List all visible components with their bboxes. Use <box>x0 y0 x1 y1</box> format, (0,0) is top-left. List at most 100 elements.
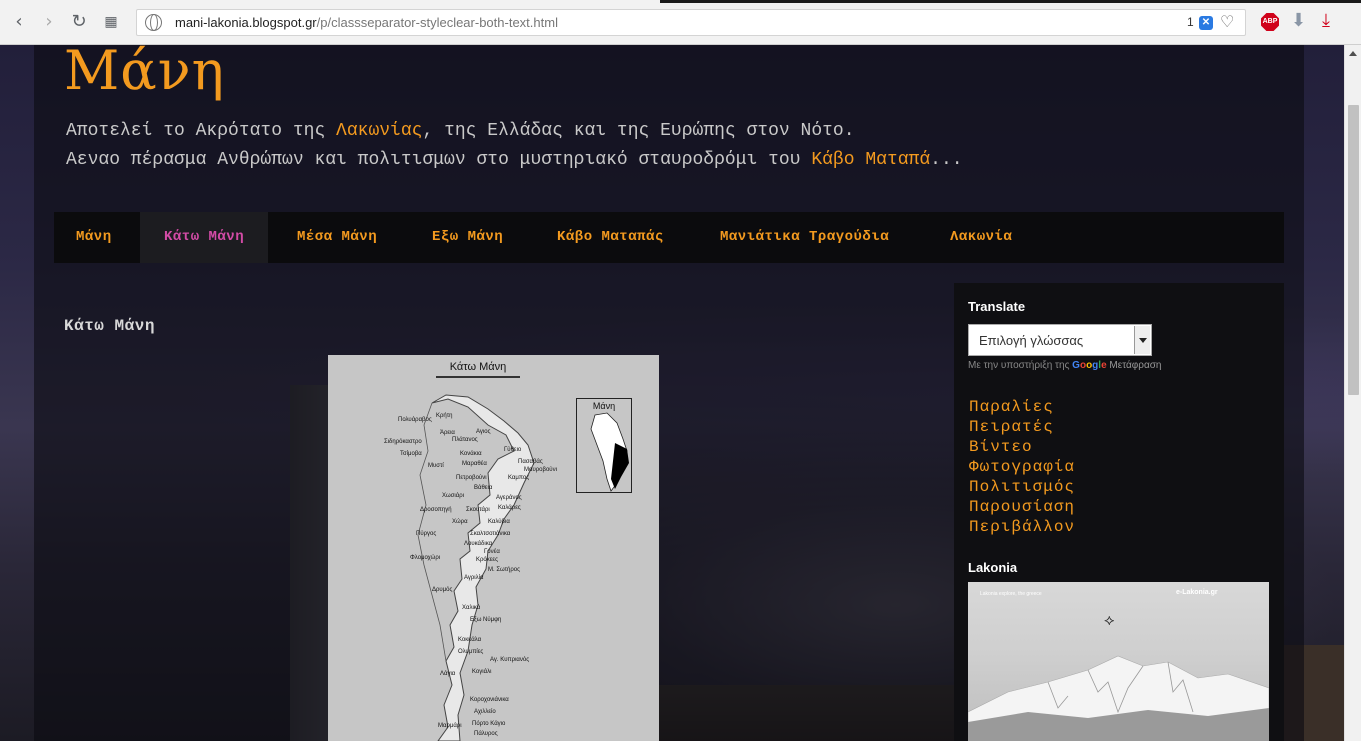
map-place: Πόρτο Κάγιο <box>472 721 506 727</box>
google-logo[interactable]: Google <box>1072 360 1106 371</box>
map-place: Αγριλία <box>464 575 484 581</box>
sidebar-link-video[interactable]: Βίντεο <box>969 437 1075 457</box>
map-place: Άρεια <box>440 430 455 436</box>
google-letter: e <box>1101 360 1107 371</box>
tab-kavo-matapas[interactable]: Κάβο Ματαπάς <box>557 212 664 263</box>
address-bar[interactable]: mani-lakonia.blogspot.gr/p/classseparato… <box>136 9 1246 36</box>
blog-title[interactable]: Μάνη <box>64 45 225 102</box>
map-place: Μαυροβούνι <box>524 467 557 473</box>
banner-logo-text: e-Lakonia.gr <box>1176 589 1218 596</box>
reload-icon[interactable]: ↻ <box>68 11 90 33</box>
mountain-drawing <box>968 655 1269 741</box>
tab-lakonia[interactable]: Λακωνία <box>950 212 1012 263</box>
map-place: Κονάκια <box>460 451 482 457</box>
sidebar-link-peirates[interactable]: Πειρατές <box>969 417 1075 437</box>
chevron-down-icon[interactable] <box>1134 326 1150 354</box>
link-lakonia[interactable]: Λακωνίας <box>336 121 422 141</box>
sidebar-link-parousiasi[interactable]: Παρουσίαση <box>969 497 1075 517</box>
map-place: Σκουτάρι <box>466 507 490 513</box>
map-place: Πασαβάς <box>518 459 543 465</box>
tab-strip-edge <box>660 0 1361 3</box>
desc-line-2: Αεναο πέρασμα Ανθρώπων και πολιτισμων στ… <box>66 146 963 175</box>
download-arrow-icon[interactable]: ⬇ <box>1291 10 1306 31</box>
extension-x-icon[interactable]: ✕ <box>1199 16 1213 30</box>
map-place: Αγ. Κυπριανός <box>490 657 530 663</box>
map-place: Αγιος <box>476 429 491 435</box>
page-scrollbar[interactable] <box>1344 45 1361 741</box>
inset-drawing <box>590 412 629 492</box>
download-red-icon[interactable]: ⤓ <box>1322 10 1330 31</box>
scroll-up-icon[interactable] <box>1349 51 1357 56</box>
tab-mani[interactable]: Μάνη <box>76 212 112 263</box>
bird-icon: ⟡ <box>1104 612 1115 629</box>
map-place: Δρυμός <box>432 587 453 593</box>
map-place: Αχιλλείο <box>474 709 496 715</box>
adblock-icon[interactable]: ABP <box>1261 13 1279 31</box>
back-icon[interactable]: ‹ <box>8 11 30 33</box>
sidebar-link-fotografia[interactable]: Φωτογραφία <box>969 457 1075 477</box>
scrollbar-thumb[interactable] <box>1348 105 1359 395</box>
blog-description: Αποτελεί το Ακρότατο της Λακωνίας, της Ε… <box>66 117 963 175</box>
map-place: Βάθεια <box>474 485 493 491</box>
link-kavo-matapa[interactable]: Κάβο Ματαπά <box>811 150 930 170</box>
map-place: Μ. Σωτήρος <box>488 567 520 573</box>
desc-line-1: Αποτελεί το Ακρότατο της Λακωνίας, της Ε… <box>66 117 963 146</box>
map-place: Γύθειο <box>504 447 522 453</box>
lakonia-banner-image[interactable]: Lakonia explore, the greece e-Lakonia.gr… <box>968 582 1269 741</box>
map-place: Λουκάδικα <box>464 541 493 547</box>
language-select[interactable]: Επιλογή γλώσσας <box>968 324 1152 356</box>
banner-caption: Lakonia explore, the greece <box>980 591 1042 597</box>
map-place: Δροσοπηγή <box>420 507 452 513</box>
url-path: /p/classseparator-styleclear-both-text.h… <box>316 15 558 30</box>
map-place: Γονέα <box>484 549 500 555</box>
map-place: Κογιάλι <box>472 669 492 675</box>
map-place: Πλάτανος <box>452 437 478 443</box>
map-place: Χαλικά <box>462 605 481 611</box>
powered-text: Με την υποστήριξη της <box>968 360 1070 371</box>
sidebar: Translate Επιλογή γλώσσας Με την υποστήρ… <box>954 283 1284 741</box>
tab-kato-mani[interactable]: Κάτω Μάνη <box>140 212 269 263</box>
kato-mani-map[interactable]: Κάτω Μάνη Μάνη Πολυάραβος Κρήτη Άρεια Σι… <box>328 355 659 741</box>
page-viewport: Μάνη Αποτελεί το Ακρότατο της Λακωνίας, … <box>0 45 1344 741</box>
apps-grid-icon[interactable]: ▦ <box>100 11 122 33</box>
google-letter: G <box>1072 360 1080 371</box>
map-place: Φλομοχώρι <box>410 555 441 561</box>
map-place: Αγεράνος <box>496 495 522 501</box>
map-place: Καλάρες <box>498 505 521 511</box>
map-place: Χώρα <box>452 519 468 525</box>
map-place: Πάλυρος <box>474 731 498 737</box>
language-select-value: Επιλογή γλώσσας <box>979 333 1084 348</box>
map-place: Κοκκάλα <box>458 637 482 643</box>
map-place: Χωσιάρι <box>442 493 464 499</box>
page-tabs: Μάνη Κάτω Μάνη Μέσα Μάνη Εξω Μάνη Κάβο Μ… <box>54 212 1284 263</box>
sidebar-link-paralies[interactable]: Παραλίες <box>969 397 1075 417</box>
map-place: Λάγια <box>440 671 456 677</box>
map-place: Μυστί <box>428 463 444 469</box>
tab-maniatika-tragoudia[interactable]: Μανιάτικα Τραγούδια <box>720 212 889 263</box>
translate-link[interactable]: Μετάφραση <box>1109 360 1161 371</box>
sidebar-link-politismos[interactable]: Πολιτισμός <box>969 477 1075 497</box>
map-place: Κρόκεες <box>476 557 498 563</box>
map-place: Κρήτη <box>436 413 453 419</box>
translate-widget-title: Translate <box>968 299 1026 314</box>
extension-badge-count: 1 <box>1187 15 1194 29</box>
sidebar-link-perivallon[interactable]: Περιβάλλον <box>969 517 1075 537</box>
forward-icon[interactable]: › <box>38 11 60 33</box>
desc-text: ... <box>930 150 963 170</box>
lakonia-widget-title: Lakonia <box>968 560 1018 575</box>
url-text[interactable]: mani-lakonia.blogspot.gr/p/classseparato… <box>175 15 558 30</box>
map-title: Κάτω Μάνη <box>436 361 520 378</box>
map-inset: Μάνη <box>576 398 632 493</box>
desc-text: Αποτελεί το Ακρότατο της <box>66 121 337 141</box>
desc-text: , της Ελλάδας και της Ευρώπης στον Νότο. <box>422 121 855 141</box>
map-place: Μαραθέα <box>462 461 487 467</box>
tab-mesa-mani[interactable]: Μέσα Μάνη <box>297 212 377 263</box>
heart-icon[interactable]: ♡ <box>1220 12 1234 32</box>
map-place: Σιδηρόκαστρο <box>384 439 422 445</box>
map-place: Πύργος <box>416 531 437 537</box>
map-place: Σκαλτσοτιάνικα <box>470 531 511 537</box>
map-place: Καλύβια <box>488 519 510 525</box>
tab-exo-mani[interactable]: Εξω Μάνη <box>432 212 503 263</box>
desc-text: Αεναο πέρασμα Ανθρώπων και πολιτισμων στ… <box>66 150 812 170</box>
map-place: Καμπος <box>508 475 530 481</box>
